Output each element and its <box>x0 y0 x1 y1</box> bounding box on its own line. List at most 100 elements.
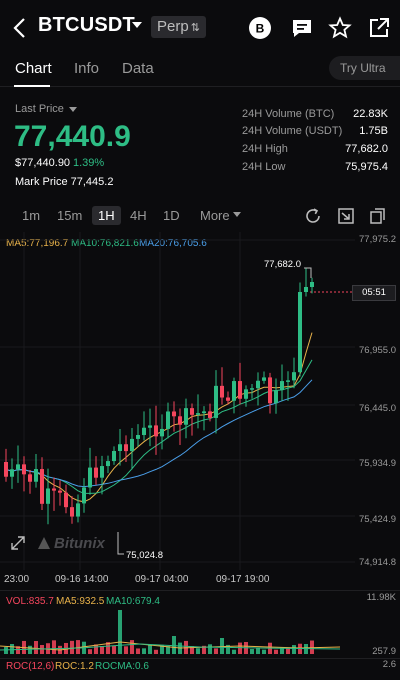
candle-body <box>34 469 38 482</box>
stat-label: 24H High <box>242 143 288 155</box>
candle-body <box>298 292 302 373</box>
interval-15m[interactable]: 15m <box>57 208 82 223</box>
perp-badge: Perp ⇅ <box>151 16 206 38</box>
mark-price: Mark Price 77,445.2 <box>15 176 114 188</box>
stat-label: 24H Volume (USDT) <box>242 125 343 137</box>
symbol-title[interactable]: BTCUSDT <box>38 14 135 37</box>
volume-bar <box>10 643 14 654</box>
stat-value: 22.83K <box>353 108 388 120</box>
try-ultra-button[interactable]: Try Ultra <box>329 56 400 80</box>
x-axis-label: 09-16 14:00 <box>55 574 109 585</box>
candle-body <box>130 438 134 452</box>
candle-body <box>136 435 140 439</box>
interval-1h[interactable]: 1H <box>92 206 121 225</box>
candle-countdown: 05:51 <box>352 285 396 301</box>
low-annotation: 75,024.8 <box>126 550 163 561</box>
header-bar: BTCUSDT Perp ⇅ B <box>0 0 400 56</box>
roc-value: ROC:1.2 <box>55 661 94 672</box>
tab-chart[interactable]: Chart <box>15 60 52 77</box>
stat-value: 75,975.4 <box>345 161 388 173</box>
candle-body <box>232 381 236 401</box>
stat-label: 24H Low <box>242 161 286 173</box>
volume-chart[interactable] <box>0 606 400 658</box>
candle-body <box>256 380 260 389</box>
candle-body <box>220 385 224 398</box>
volume-bar <box>154 649 158 654</box>
stat-label: 24H Volume (BTC) <box>242 108 335 120</box>
y-axis-label: 75,934.9 <box>359 458 396 469</box>
candle-body <box>70 507 74 517</box>
candle-body <box>124 444 128 452</box>
candle-body <box>190 408 194 415</box>
volume-bar <box>172 636 176 654</box>
y-axis-label: 74,914.8 <box>359 557 396 568</box>
expand-icon[interactable] <box>8 533 28 553</box>
candle-body <box>160 428 164 437</box>
chevron-down-icon[interactable] <box>132 22 142 28</box>
volume-bar <box>196 648 200 654</box>
volume-bar <box>256 647 260 654</box>
indicator-icon[interactable] <box>336 206 356 226</box>
volume-bar <box>34 641 38 654</box>
ma-line <box>5 359 313 494</box>
candle-body <box>142 427 146 436</box>
candle-body <box>28 474 32 482</box>
candle-body <box>40 469 44 504</box>
star-icon[interactable] <box>328 16 352 40</box>
last-price-label[interactable]: Last Price <box>15 103 64 115</box>
volume-bar <box>232 649 236 654</box>
volume-bar <box>28 645 32 654</box>
chevron-down-icon[interactable] <box>69 107 77 112</box>
interval-4h[interactable]: 4H <box>130 208 147 223</box>
candle-body <box>178 416 182 425</box>
candle-body <box>280 381 284 391</box>
volume-bar <box>112 645 116 654</box>
svg-text:B: B <box>256 22 265 36</box>
chat-icon[interactable] <box>290 16 314 40</box>
candle-body <box>208 411 212 418</box>
low-leader-line <box>117 532 124 555</box>
vol-axis-top: 11.98K <box>366 592 396 603</box>
interval-more[interactable]: More <box>200 208 230 223</box>
volume-bar <box>214 648 218 654</box>
y-axis-label: 75,424.9 <box>359 514 396 525</box>
volume-bar <box>292 645 296 654</box>
bitunix-coin-icon[interactable]: B <box>248 16 272 40</box>
candle-body <box>274 390 278 404</box>
chevron-down-icon[interactable] <box>233 212 241 217</box>
tab-data[interactable]: Data <box>122 60 154 77</box>
volume-bar <box>118 610 122 654</box>
candle-body <box>52 488 56 491</box>
volume-bar <box>250 648 254 654</box>
candle-body <box>148 425 152 428</box>
candle-body <box>76 503 80 517</box>
candle-body <box>214 385 218 418</box>
volume-bar <box>88 649 92 654</box>
candle-body <box>106 461 110 467</box>
candle-body <box>88 467 92 488</box>
share-icon[interactable] <box>367 16 391 40</box>
candlestick-chart[interactable] <box>0 232 400 572</box>
candle-body <box>244 389 248 399</box>
high-annotation: 77,682.0 <box>264 259 301 270</box>
refresh-icon[interactable] <box>303 206 323 226</box>
candle-body <box>268 377 272 404</box>
candle-body <box>250 388 254 390</box>
back-arrow-icon[interactable] <box>10 16 32 40</box>
candle-body <box>118 444 122 452</box>
x-axis-label: 23:00 <box>4 574 30 585</box>
x-axis-label: 09-17 04:00 <box>135 574 189 585</box>
candle-body <box>4 462 8 477</box>
tab-info[interactable]: Info <box>74 60 99 77</box>
volume-bar <box>208 644 212 654</box>
volume-bar <box>130 640 134 654</box>
candle-body <box>10 469 14 477</box>
candle-body <box>94 467 98 478</box>
copy-icon[interactable] <box>368 206 388 226</box>
y-axis-label: 77,975.2 <box>359 234 396 245</box>
candle-body <box>304 287 308 292</box>
volume-bar <box>52 640 56 654</box>
interval-1m[interactable]: 1m <box>22 208 40 223</box>
interval-1d[interactable]: 1D <box>163 208 180 223</box>
volume-bar <box>124 646 128 654</box>
